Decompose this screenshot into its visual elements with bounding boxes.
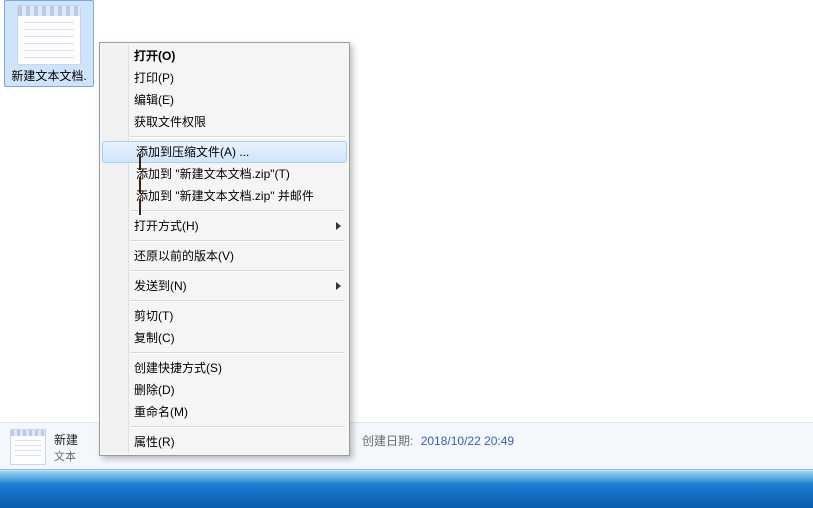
- taskbar[interactable]: [0, 469, 813, 508]
- text-document-icon: [17, 5, 81, 65]
- menu-item-label: 打开方式(H): [134, 219, 199, 233]
- menu-item-copy[interactable]: 复制(C): [102, 327, 347, 349]
- submenu-arrow-icon: [336, 222, 341, 230]
- details-text: 新建 文本: [54, 431, 78, 464]
- details-date-value: 2018/10/22 20:49: [421, 434, 514, 448]
- menu-separator: [130, 426, 345, 428]
- file-item[interactable]: 新建文本文档.: [4, 0, 94, 87]
- details-type: 文本: [54, 448, 78, 464]
- menu-item-edit[interactable]: 编辑(E): [102, 89, 347, 111]
- menu-item-label: 打印(P): [134, 71, 174, 85]
- menu-item-label: 添加到 "新建文本文档.zip"(T): [136, 167, 290, 181]
- menu-item-restore-ver[interactable]: 还原以前的版本(V): [102, 245, 347, 267]
- menu-item-add-zip-mail[interactable]: 添加到 "新建文本文档.zip" 并邮件: [102, 185, 347, 207]
- menu-separator: [130, 210, 345, 212]
- details-date: 创建日期: 2018/10/22 20:49: [362, 432, 514, 449]
- menu-separator: [130, 270, 345, 272]
- file-item-selected[interactable]: 新建文本文档.: [4, 0, 94, 87]
- menu-item-send-to[interactable]: 发送到(N): [102, 275, 347, 297]
- menu-item-shortcut[interactable]: 创建快捷方式(S): [102, 357, 347, 379]
- menu-item-label: 重命名(M): [134, 405, 188, 419]
- menu-item-label: 添加到压缩文件(A) ...: [136, 145, 249, 159]
- menu-item-print[interactable]: 打印(P): [102, 67, 347, 89]
- menu-item-delete[interactable]: 删除(D): [102, 379, 347, 401]
- context-menu: 打开(O) 打印(P) 编辑(E) 获取文件权限添加到压缩文件(A) ... 添加到 "…: [99, 42, 350, 456]
- menu-item-add-zip[interactable]: 添加到 "新建文本文档.zip"(T): [102, 163, 347, 185]
- submenu-arrow-icon: [336, 282, 341, 290]
- menu-separator: [130, 352, 345, 354]
- menu-item-open[interactable]: 打开(O): [102, 45, 347, 67]
- menu-item-rename[interactable]: 重命名(M): [102, 401, 347, 423]
- menu-item-label: 删除(D): [134, 383, 175, 397]
- menu-item-label: 发送到(N): [134, 279, 187, 293]
- menu-item-label: 添加到 "新建文本文档.zip" 并邮件: [136, 189, 314, 203]
- details-date-key: 创建日期:: [362, 434, 413, 448]
- menu-item-label: 编辑(E): [134, 93, 174, 107]
- menu-item-label: 打开(O): [134, 49, 175, 63]
- menu-separator: [130, 136, 345, 138]
- details-name: 新建: [54, 431, 78, 448]
- menu-item-label: 还原以前的版本(V): [134, 249, 234, 263]
- menu-item-label: 属性(R): [134, 435, 175, 449]
- menu-item-label: 复制(C): [134, 331, 175, 345]
- file-item-label: 新建文本文档.: [5, 69, 93, 83]
- menu-item-label: 获取文件权限: [134, 115, 206, 129]
- menu-item-properties[interactable]: 属性(R): [102, 431, 347, 453]
- menu-separator: [130, 240, 345, 242]
- menu-item-label: 剪切(T): [134, 309, 173, 323]
- menu-item-add-archive[interactable]: 添加到压缩文件(A) ...: [102, 141, 347, 163]
- menu-item-open-with[interactable]: 打开方式(H): [102, 215, 347, 237]
- menu-separator: [130, 300, 345, 302]
- menu-item-cut[interactable]: 剪切(T): [102, 305, 347, 327]
- menu-item-label: 创建快捷方式(S): [134, 361, 222, 375]
- text-document-icon: [10, 429, 46, 465]
- menu-item-get-perm[interactable]: 获取文件权限: [102, 111, 347, 133]
- archive-icon: [139, 199, 141, 215]
